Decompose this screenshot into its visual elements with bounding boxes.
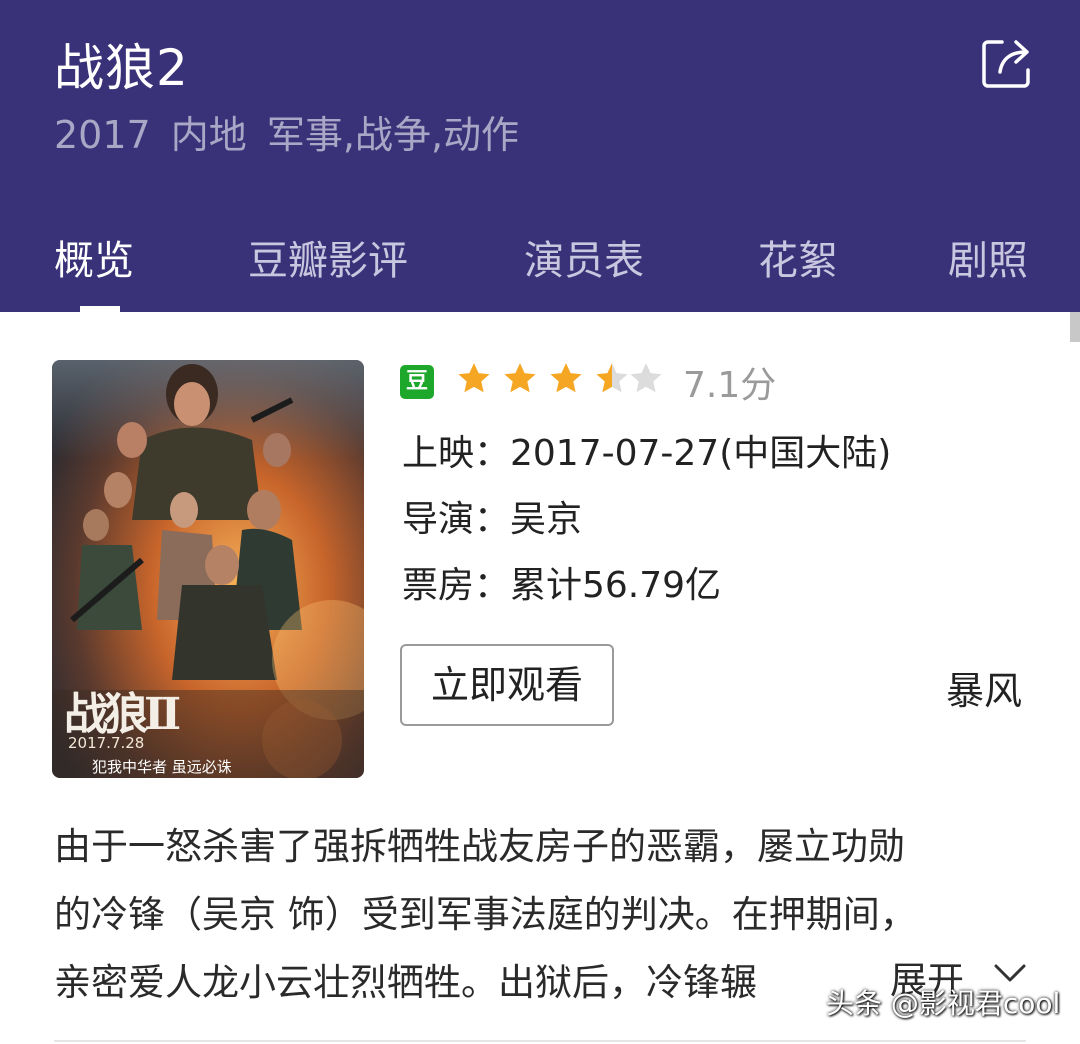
divider: [54, 1040, 1026, 1042]
poster-slogan: 犯我中华者 虽远必诛: [92, 758, 232, 776]
tab-overview[interactable]: 概览: [54, 228, 134, 286]
share-icon[interactable]: [980, 34, 1036, 90]
description-line: 的冷锋（吴京 饰）受到军事法庭的判决。在押期间，: [54, 893, 917, 936]
watch-now-button[interactable]: 立即观看: [400, 644, 614, 726]
star-icon: [458, 363, 490, 393]
release-date: 上映：2017-07-27(中国大陆): [402, 433, 892, 474]
tab-cast[interactable]: 演员表: [524, 228, 644, 286]
movie-title: 战狼2: [54, 39, 189, 97]
description-line: 由于一怒杀害了强拆牺牲战友房子的恶霸，屡立功勋: [54, 825, 905, 868]
source-platform[interactable]: 暴风: [946, 660, 1022, 715]
director: 导演：吴京: [402, 499, 583, 540]
movie-header: 战狼2 2017 内地 军事,战争,动作 概览 豆瓣影评 演员表 花絮 剧照: [0, 0, 1080, 312]
description-line: 亲密爱人龙小云壮烈牺牲。出狱后，冷锋辗: [54, 961, 757, 1004]
poster-logo: 战狼II: [64, 689, 181, 740]
half-star-icon: [596, 363, 628, 393]
active-tab-indicator: [80, 306, 120, 312]
tab-behind-scenes[interactable]: 花絮: [758, 228, 838, 286]
watermark: 头条 @影视君cool: [826, 987, 1061, 1020]
tab-stills[interactable]: 剧照: [948, 228, 1028, 286]
box-office: 票房：累计56.79亿: [402, 565, 722, 606]
tab-bar: 概览 豆瓣影评 演员表 花絮 剧照: [0, 228, 1080, 288]
poster-date: 2017.7.28: [68, 734, 145, 752]
star-icon: [550, 363, 582, 393]
star-icon: [504, 363, 536, 393]
scrollbar[interactable]: [1070, 312, 1080, 342]
movie-poster[interactable]: 战狼II 2017.7.28 犯我中华者 虽远必诛: [52, 360, 364, 778]
rating-score: 7.1分: [683, 365, 777, 406]
douban-badge-icon: 豆: [400, 365, 434, 399]
movie-meta: 2017 内地 军事,战争,动作: [54, 113, 520, 157]
empty-star-icon: [630, 363, 662, 393]
tab-douban-reviews[interactable]: 豆瓣影评: [248, 228, 408, 286]
